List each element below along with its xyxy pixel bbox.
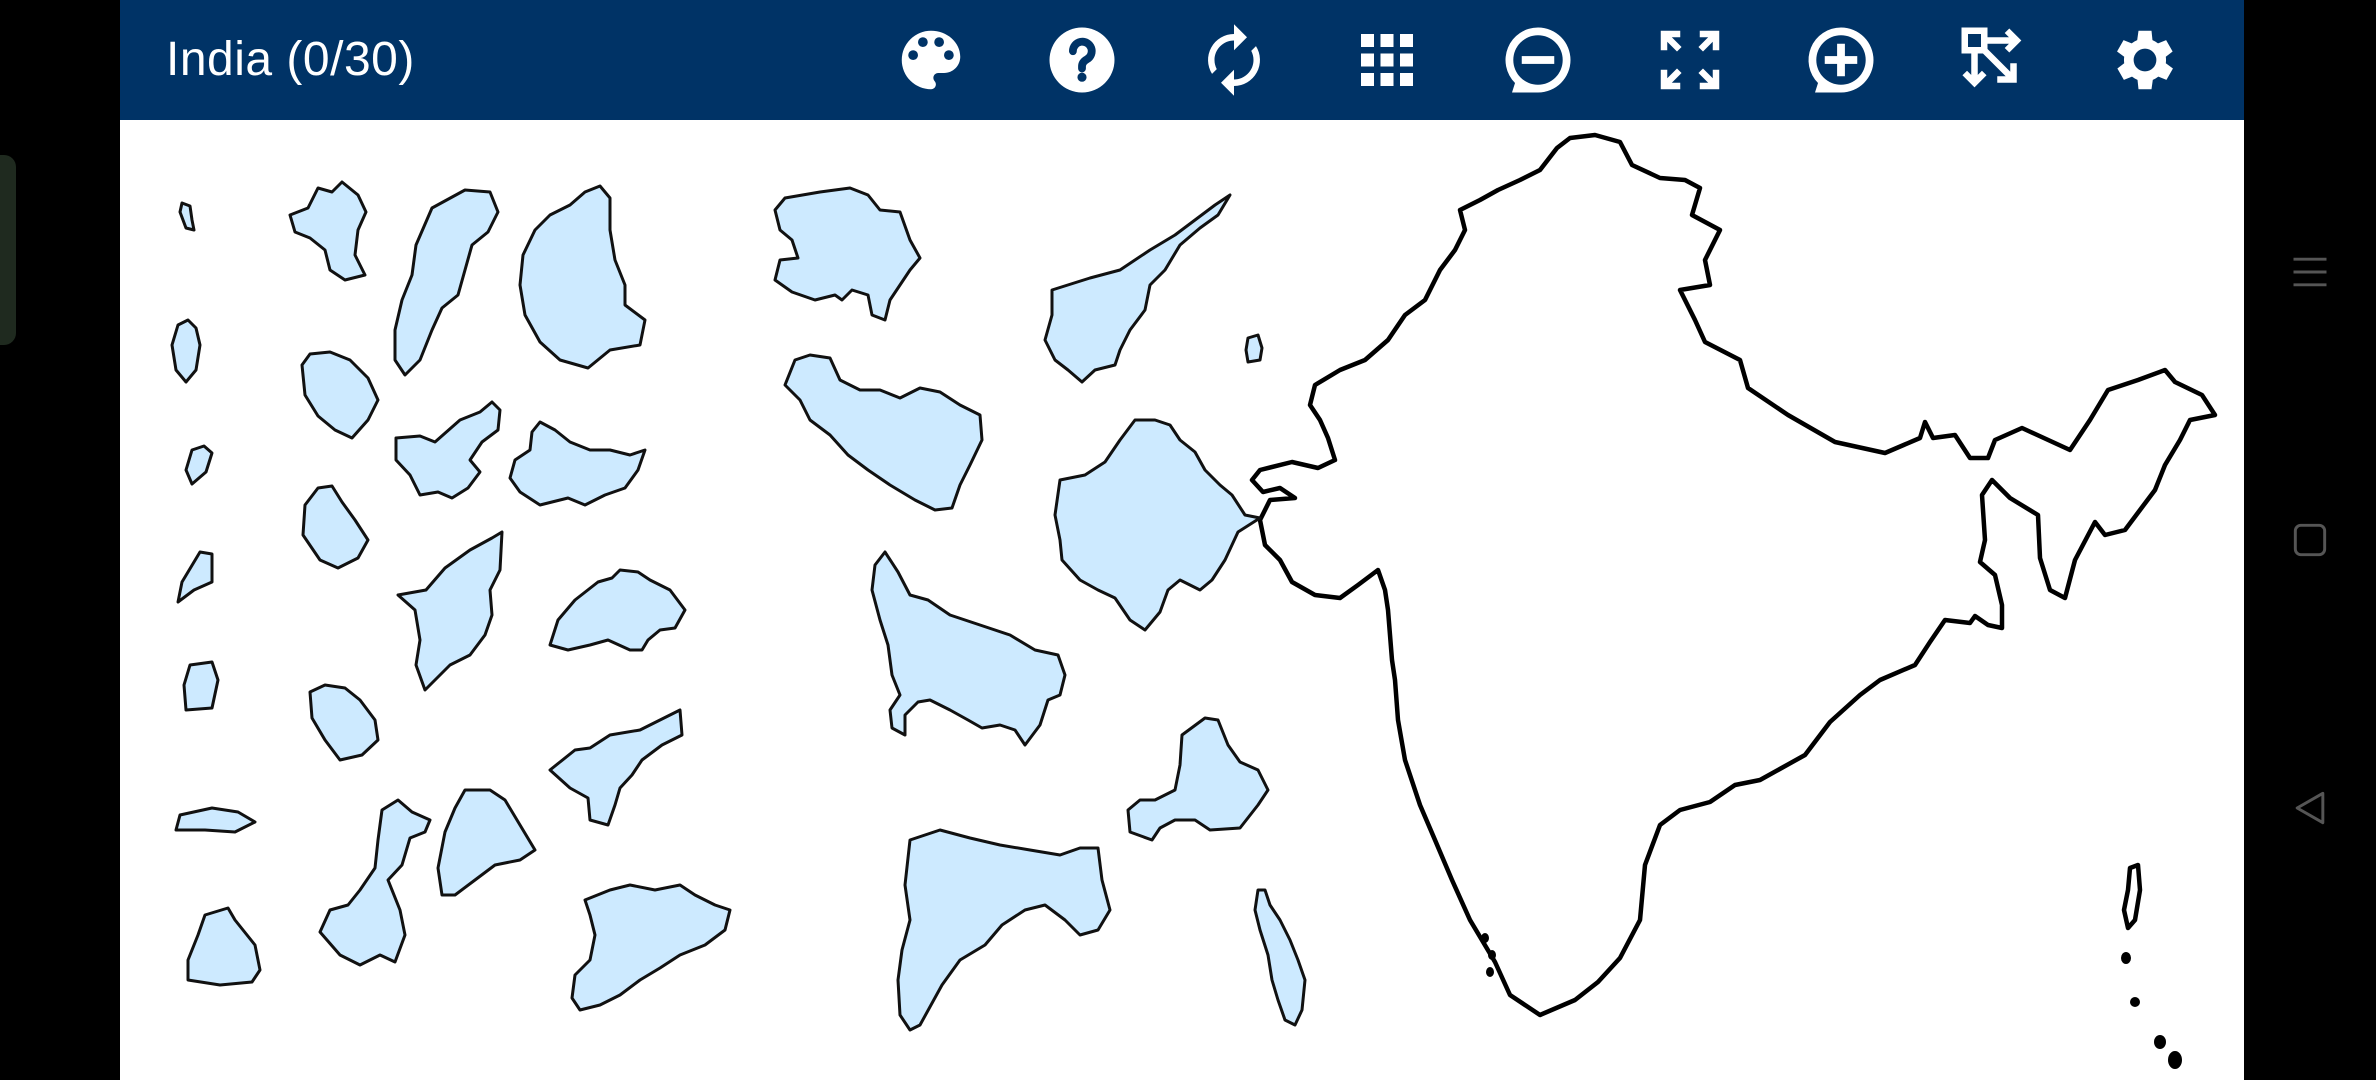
state-piece[interactable] — [773, 186, 922, 322]
state-piece[interactable] — [170, 318, 202, 384]
zoom-in-button[interactable] — [1793, 14, 1889, 106]
island-dot — [2154, 1035, 2166, 1049]
state-piece[interactable] — [508, 420, 647, 507]
india-outline — [1249, 132, 2218, 1018]
top-toolbar: India (0/30) — [120, 0, 2244, 120]
menu-icon — [2293, 257, 2327, 287]
state-piece[interactable] — [396, 530, 504, 692]
state-piece[interactable] — [1253, 888, 1307, 1027]
state-piece[interactable] — [318, 798, 432, 967]
settings-button[interactable] — [2097, 14, 2193, 106]
state-piece[interactable] — [394, 400, 502, 500]
puzzle-board — [120, 120, 2244, 1080]
state-piece[interactable] — [870, 550, 1067, 747]
home-button[interactable] — [2270, 500, 2350, 580]
gear-icon — [2117, 30, 2173, 90]
puzzle-app: India (0/30) — [120, 0, 2244, 1080]
recents-button[interactable] — [2270, 232, 2350, 312]
state-piece[interactable] — [176, 550, 214, 604]
palette-icon — [901, 30, 961, 90]
zoom-out-icon — [1505, 27, 1571, 93]
system-navigation-bar — [2244, 0, 2376, 1080]
zoom-out-button[interactable] — [1490, 14, 1586, 106]
andaman-island — [2121, 862, 2143, 931]
state-piece[interactable] — [436, 788, 537, 897]
state-piece[interactable] — [300, 350, 380, 440]
help-button[interactable] — [1034, 14, 1130, 106]
island-dot — [1481, 933, 1489, 943]
puzzle-canvas — [170, 132, 2218, 1069]
restart-button[interactable] — [1186, 14, 1282, 106]
palette-button[interactable] — [883, 14, 979, 106]
island-dot — [2168, 1051, 2182, 1069]
state-piece[interactable] — [548, 708, 684, 827]
grid-button[interactable] — [1339, 14, 1435, 106]
scatter-icon — [1961, 27, 2022, 88]
state-piece[interactable] — [178, 201, 196, 232]
island-dot — [1488, 950, 1496, 960]
back-triangle-icon — [2295, 791, 2325, 825]
device-edge — [0, 155, 16, 345]
state-piece[interactable] — [548, 568, 687, 652]
state-piece[interactable] — [393, 188, 500, 377]
fullscreen-icon — [1660, 30, 1720, 90]
island-dot — [2130, 997, 2140, 1007]
back-button[interactable] — [2270, 768, 2350, 848]
state-piece[interactable] — [896, 828, 1112, 1032]
fit-screen-button[interactable] — [1642, 14, 1738, 106]
state-piece[interactable] — [288, 180, 368, 282]
island-dot — [2121, 952, 2131, 964]
page-title: India (0/30) — [166, 33, 415, 86]
state-piece[interactable] — [783, 353, 984, 512]
arrange-button[interactable] — [1946, 14, 2042, 106]
state-piece[interactable] — [301, 484, 370, 570]
state-piece[interactable] — [308, 683, 380, 762]
state-piece[interactable] — [186, 906, 262, 987]
state-piece[interactable] — [1043, 193, 1232, 384]
state-piece[interactable] — [1244, 333, 1264, 364]
grid-icon — [1361, 34, 1413, 86]
state-piece[interactable] — [174, 806, 257, 834]
square-icon — [2293, 523, 2327, 557]
state-piece[interactable] — [1126, 716, 1270, 842]
zoom-in-icon — [1808, 27, 1874, 93]
state-piece[interactable] — [518, 184, 647, 370]
state-piece[interactable] — [570, 883, 732, 1012]
help-icon — [1049, 27, 1115, 93]
restart-icon — [1208, 24, 1260, 96]
state-piece[interactable] — [1053, 418, 1262, 632]
island-dot — [1486, 967, 1494, 977]
state-piece[interactable] — [184, 444, 214, 486]
state-piece[interactable] — [182, 660, 220, 712]
